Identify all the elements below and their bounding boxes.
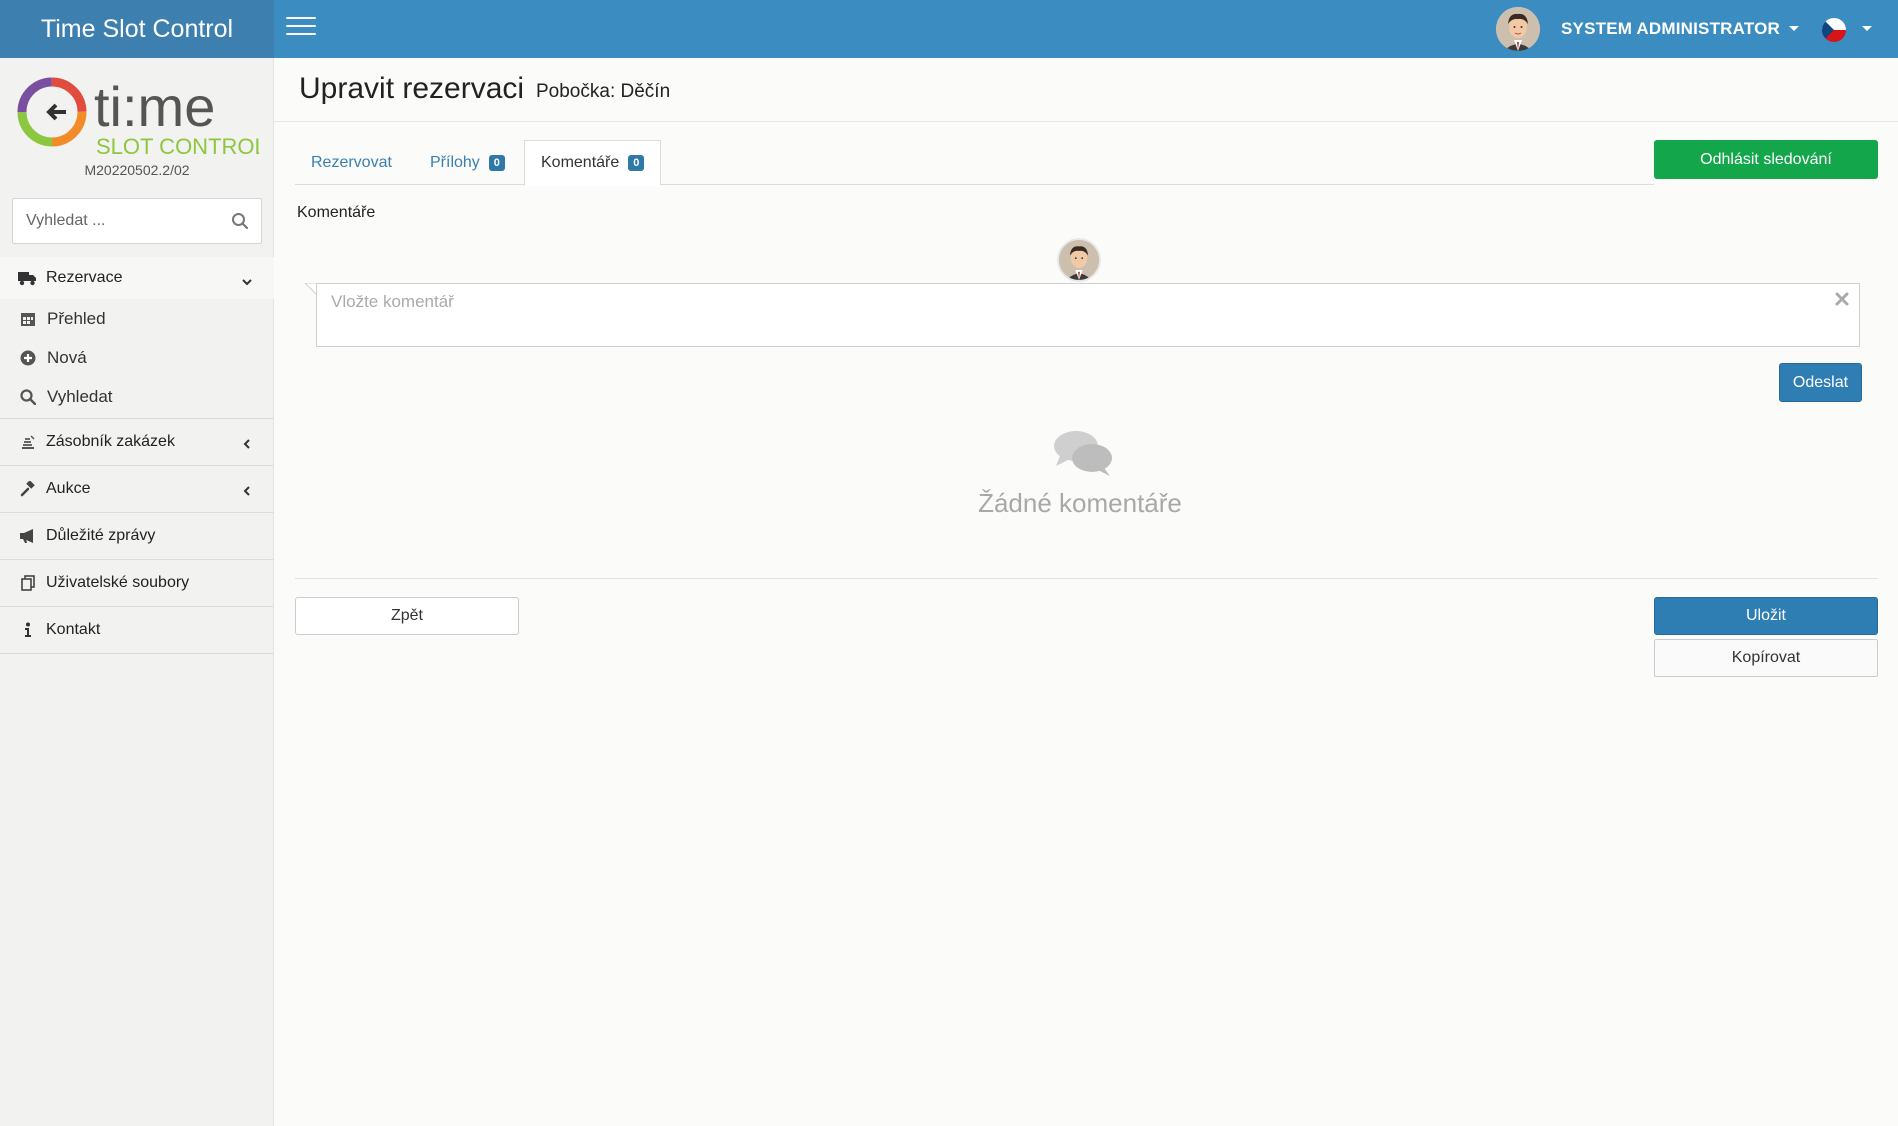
- tab-rezervovat[interactable]: Rezervovat: [311, 140, 392, 185]
- megaphone-icon: [18, 527, 38, 545]
- sidebar-item-label: Nová: [47, 347, 87, 367]
- tab-prilohy[interactable]: Přílohy 0: [430, 140, 505, 185]
- send-comment-button[interactable]: Odeslat: [1779, 363, 1862, 402]
- sidebar-item-label: Uživatelské soubory: [46, 574, 190, 591]
- chevron-down-icon: [242, 274, 252, 286]
- sidebar: ti:me SLOT CONTROL M20220502.2/02 Rezerv…: [0, 58, 274, 1126]
- page-header: Upravit rezervaci Pobočka: Děčín: [274, 58, 1898, 122]
- comment-box: [316, 283, 1860, 347]
- chevron-left-icon: [242, 436, 252, 449]
- page-subtitle: Pobočka: Děčín: [536, 81, 671, 102]
- search-icon: [18, 388, 38, 406]
- sidebar-item-vyhledat[interactable]: Vyhledat: [0, 377, 274, 416]
- unfollow-button[interactable]: Odhlásit sledování: [1654, 140, 1878, 179]
- commenter-avatar: [1057, 238, 1101, 282]
- calendar-icon: [18, 310, 38, 328]
- stack-icon: [18, 433, 38, 451]
- tab-bar: Rezervovat Přílohy 0 Komentáře 0: [295, 140, 1654, 186]
- sidebar-nav: Rezervace Přehled Nová Vyhledat Zásobník…: [0, 257, 274, 654]
- sidebar-item-label: Aukce: [46, 480, 91, 497]
- count-badge: 0: [488, 154, 505, 171]
- chevron-left-icon: [242, 483, 252, 496]
- czech-flag-icon[interactable]: [1822, 18, 1846, 42]
- page-title: Upravit rezervaci: [299, 72, 525, 105]
- truck-icon: [18, 269, 38, 287]
- sidebar-search: [12, 198, 262, 244]
- sidebar-item-label: Zásobník zakázek: [46, 433, 175, 450]
- sidebar-item-label: Rezervace: [46, 269, 123, 286]
- menu-toggle-icon[interactable]: [286, 17, 316, 39]
- time-slot-control-logo: ti:me SLOT CONTROL: [14, 68, 267, 159]
- plus-circle-icon: [18, 349, 38, 367]
- app-title[interactable]: Time Slot Control: [0, 0, 274, 58]
- sidebar-item-rezervace[interactable]: Rezervace: [0, 257, 274, 299]
- caret-down-icon: [1789, 26, 1800, 31]
- sidebar-item-zasobnik-zakazek[interactable]: Zásobník zakázek: [0, 419, 274, 466]
- user-menu[interactable]: SYSTEM ADMINISTRATOR: [1561, 19, 1800, 39]
- comments-icon: [1052, 428, 1114, 478]
- sidebar-item-label: Kontakt: [46, 621, 101, 638]
- logo-text-sub: SLOT CONTROL: [96, 134, 259, 158]
- language-caret-icon[interactable]: [1862, 26, 1872, 31]
- sidebar-item-aukce[interactable]: Aukce: [0, 466, 274, 513]
- gavel-icon: [18, 480, 38, 498]
- sidebar-search-input[interactable]: [13, 199, 223, 243]
- version-label: M20220502.2/02: [84, 162, 190, 178]
- sidebar-item-prehled[interactable]: Přehled: [0, 299, 274, 338]
- sidebar-item-nova[interactable]: Nová: [0, 338, 274, 377]
- sidebar-item-label: Vyhledat: [47, 386, 113, 406]
- tab-komentare[interactable]: Komentáře 0: [524, 140, 662, 186]
- sidebar-item-label: Důležité zprávy: [46, 527, 156, 544]
- copy-button[interactable]: Kopírovat: [1654, 639, 1878, 677]
- logo-text-main: ti:me: [94, 75, 215, 138]
- top-navbar: Time Slot Control SYSTEM ADMINISTRATOR: [0, 0, 1898, 58]
- empty-state-text: Žádné komentáře: [978, 488, 1182, 518]
- tab-label: Rezervovat: [311, 153, 392, 171]
- comments-section-label: Komentáře: [297, 204, 376, 221]
- user-name-label: SYSTEM ADMINISTRATOR: [1561, 19, 1781, 38]
- sidebar-item-uzivatelske-soubory[interactable]: Uživatelské soubory: [0, 560, 274, 607]
- save-button[interactable]: Uložit: [1654, 597, 1878, 635]
- count-badge: 0: [628, 155, 645, 171]
- info-icon: [18, 621, 38, 639]
- close-icon[interactable]: [1834, 291, 1850, 307]
- search-icon[interactable]: [231, 212, 249, 230]
- files-icon: [18, 574, 38, 592]
- tab-label: Přílohy: [430, 153, 480, 171]
- sidebar-item-label: Přehled: [47, 308, 106, 328]
- comment-input[interactable]: [317, 284, 1817, 346]
- divider: [295, 578, 1878, 579]
- sidebar-item-kontakt[interactable]: Kontakt: [0, 607, 274, 654]
- back-button[interactable]: Zpět: [295, 597, 519, 635]
- sidebar-item-dulezite-zpravy[interactable]: Důležité zprávy: [0, 513, 274, 560]
- tab-label: Komentáře: [541, 154, 620, 171]
- user-avatar[interactable]: [1496, 7, 1540, 51]
